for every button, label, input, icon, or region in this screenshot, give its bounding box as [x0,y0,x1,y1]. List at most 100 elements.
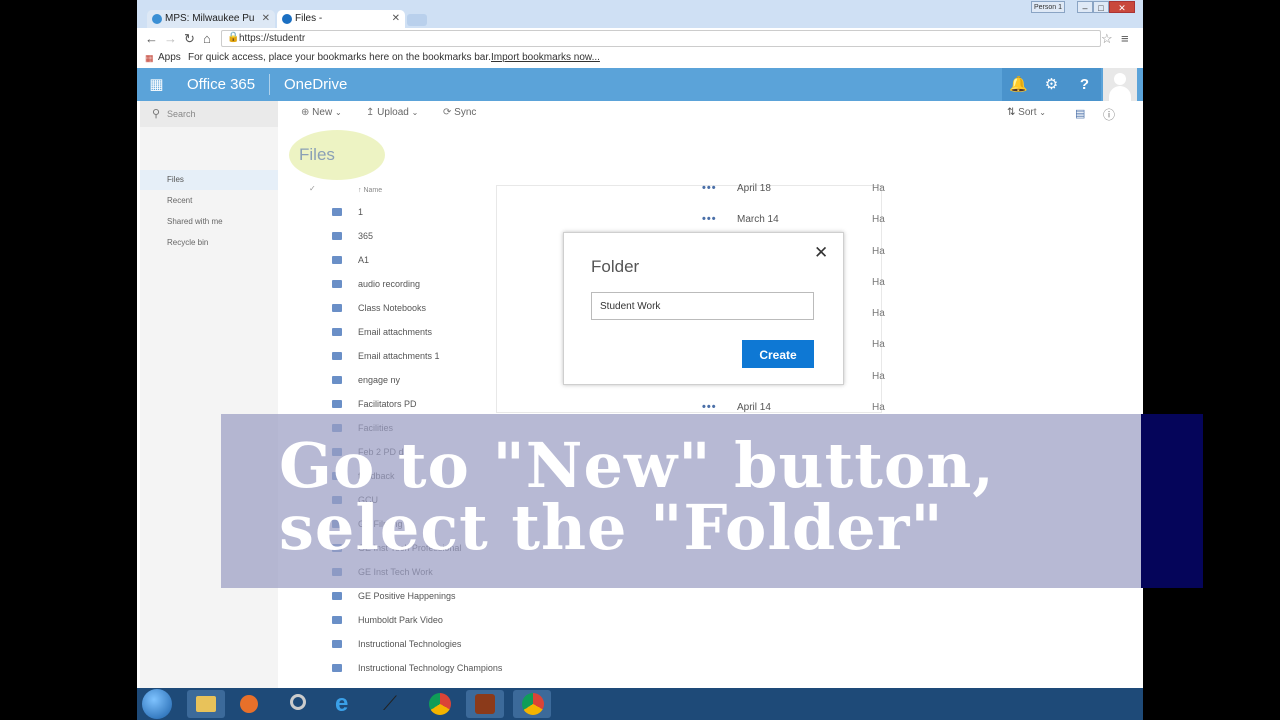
microphone-taskbar-icon[interactable]: ⟋ [373,690,411,718]
overlay-edge [1141,414,1203,588]
start-button[interactable] [142,689,172,719]
help-icon[interactable]: ? [1068,68,1101,101]
modified-by: Ha [872,183,885,194]
new-button[interactable]: ⊕ New ⌄ [301,107,342,118]
bookmarks-hint: For quick access, place your bookmarks h… [188,52,491,63]
avatar[interactable] [1103,68,1137,101]
folder-icon [332,352,342,360]
modified-by: Ha [872,402,885,413]
apps-grid-icon[interactable]: ▦ [145,53,154,64]
tab-mps[interactable]: MPS: Milwaukee Pu ✕ [147,10,275,28]
more-actions-icon[interactable]: ••• [702,213,717,225]
modified-date: March 14 [737,214,779,225]
modified-by: Ha [872,308,885,319]
name-column-header[interactable]: ↑ Name [358,187,382,194]
bell-icon[interactable]: 🔔 [1002,68,1035,101]
modified-date: April 14 [737,402,771,413]
upload-icon: ↥ [366,107,375,118]
new-folder-dialog: Folder ✕ Create [563,232,844,385]
folder-icon [332,400,342,408]
import-bookmarks-link[interactable]: Import bookmarks now... [491,52,600,63]
file-name[interactable]: engage ny [358,368,400,392]
tab-files[interactable]: Files - ✕ [277,10,405,28]
close-window-button[interactable]: ✕ [1109,1,1135,13]
windows-taskbar: e ⟋ [137,688,1143,720]
file-name[interactable]: 1 [358,200,363,224]
media-player-taskbar-icon[interactable] [229,690,267,718]
close-tab-icon[interactable]: ✕ [392,10,400,28]
folder-icon [332,328,342,336]
sort-button[interactable]: ⇅ Sort ⌄ [1007,107,1046,118]
folder-icon [332,640,342,648]
menu-icon[interactable]: ≡ [1121,31,1129,46]
chrome-taskbar-icon[interactable] [420,690,458,718]
new-tab-button[interactable] [407,14,427,26]
file-name[interactable]: A1 [358,248,369,272]
info-icon[interactable]: ⓘ [1103,106,1115,123]
folder-icon [332,208,342,216]
nav-item-recycle-bin[interactable]: Recycle bin [140,233,278,253]
folder-icon [332,592,342,600]
chrome-active-taskbar-icon[interactable] [513,690,551,718]
nav-item-files[interactable]: Files [140,170,278,190]
close-tab-icon[interactable]: ✕ [262,10,270,28]
back-icon[interactable]: ← [145,31,158,46]
lock-icon: 🔒 [227,32,240,43]
maximize-button[interactable]: □ [1093,1,1109,13]
modified-date: April 18 [737,183,771,194]
reload-icon[interactable]: ↻ [184,31,195,47]
file-name[interactable]: Email attachments [358,320,432,344]
search-box[interactable]: ⚲ Search [140,101,278,127]
minimize-button[interactable]: – [1077,1,1093,13]
nav-item-recent[interactable]: Recent [140,191,278,211]
upload-button[interactable]: ↥ Upload ⌄ [366,107,418,118]
plus-icon: ⊕ [301,107,310,118]
internet-explorer-taskbar-icon[interactable]: e [327,690,365,718]
snipping-tool-taskbar-icon[interactable] [279,690,317,718]
explorer-taskbar-icon[interactable] [187,690,225,718]
more-actions-icon[interactable]: ••• [702,182,717,194]
file-name[interactable]: Email attachments 1 [358,344,440,368]
chevron-down-icon: ⌄ [1039,108,1046,117]
modified-by: Ha [872,277,885,288]
onedrive-title[interactable]: OneDrive [284,68,347,101]
nav-item-shared[interactable]: Shared with me [140,212,278,232]
chevron-down-icon: ⌄ [334,108,342,117]
folder-name-input[interactable] [591,292,814,320]
close-icon[interactable]: ✕ [814,243,828,263]
profile-badge[interactable]: Person 1 [1031,1,1065,13]
sync-icon: ⟳ [443,107,452,118]
gear-icon[interactable]: ⚙ [1035,68,1068,101]
app-launcher-icon[interactable]: ▦ [140,68,173,101]
instruction-line-1: Go to "New" button, [279,429,995,502]
bookmark-star-icon[interactable]: ☆ [1101,31,1113,47]
folder-icon [332,280,342,288]
file-name[interactable]: Facilitators PD [358,392,417,416]
app-taskbar-icon[interactable] [466,690,504,718]
chevron-down-icon: ⌄ [411,108,419,117]
file-name[interactable]: Humboldt Park Video [358,608,443,632]
instruction-line-2: select the "Folder" [279,491,944,564]
file-name[interactable]: Instructional Technology Champions [358,656,502,680]
sort-icon: ⇅ [1007,107,1016,118]
file-name[interactable]: Instructional Technologies [358,632,461,656]
office365-header: ▦ Office 365 OneDrive 🔔 ⚙ ? [137,68,1143,101]
home-icon[interactable]: ⌂ [203,31,211,46]
file-name[interactable]: Class Notebooks [358,296,426,320]
folder-icon [332,376,342,384]
address-bar: ← → ↻ ⌂ 🔒 https://studentr ☆ ≡ [137,28,1143,51]
more-actions-icon[interactable]: ••• [702,401,717,413]
apps-link[interactable]: Apps [158,52,181,63]
modified-by: Ha [872,371,885,382]
create-button[interactable]: Create [742,340,814,368]
forward-icon[interactable]: → [164,31,177,46]
modified-by: Ha [872,214,885,225]
file-name[interactable]: audio recording [358,272,420,296]
file-name[interactable]: 365 [358,224,373,248]
url-field[interactable]: 🔒 https://studentr [221,30,1101,47]
sync-button[interactable]: ⟳ Sync [443,107,476,118]
select-all-check-icon[interactable]: ✓ [309,184,316,193]
view-toggle-icon[interactable]: ▤ [1075,107,1085,120]
folder-icon [332,616,342,624]
office365-title[interactable]: Office 365 [187,68,255,101]
